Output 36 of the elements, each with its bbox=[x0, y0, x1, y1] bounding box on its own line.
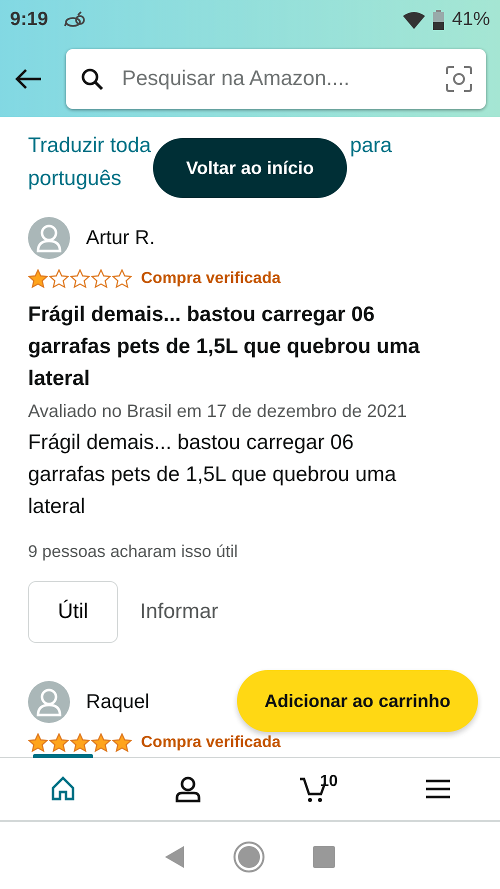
star-icon bbox=[28, 732, 48, 752]
verified-purchase-label: Compra verificada bbox=[141, 732, 281, 752]
back-to-top-button[interactable]: Voltar ao início bbox=[153, 138, 347, 198]
translate-link[interactable]: para bbox=[350, 129, 392, 162]
add-to-cart-button[interactable]: Adicionar ao carrinho bbox=[237, 670, 478, 732]
search-field[interactable]: Pesquisar na Amazon.... bbox=[66, 48, 486, 108]
status-time: 9:19 bbox=[10, 8, 48, 32]
star-icon bbox=[49, 732, 69, 752]
back-icon[interactable] bbox=[165, 846, 185, 868]
star-icon bbox=[28, 269, 48, 289]
review-title: Frágil demais... bastou carregar 06 garrafas pets de 1,5L que quebrou uma lateral bbox=[28, 302, 421, 392]
camera-icon bbox=[446, 66, 472, 92]
reviewer-name: Artur R. bbox=[86, 226, 155, 251]
verified-purchase-label: Compra verificada bbox=[141, 269, 281, 289]
star-icon bbox=[70, 732, 90, 752]
battery-icon bbox=[432, 10, 444, 30]
battery-percent: 41% bbox=[452, 8, 490, 32]
translate-link[interactable]: Traduzir toda bbox=[28, 129, 151, 162]
search-icon bbox=[80, 66, 104, 90]
review-date: Avaliado no Brasil em 17 de dezembro de 2021 bbox=[28, 400, 408, 423]
reviewer-name: Raquel bbox=[86, 690, 150, 714]
star-icon bbox=[91, 732, 111, 752]
recents-icon[interactable] bbox=[313, 846, 335, 868]
back-arrow-icon[interactable] bbox=[14, 68, 42, 90]
report-link[interactable]: Informar bbox=[134, 594, 224, 628]
star-icon bbox=[112, 732, 132, 752]
account-icon bbox=[174, 775, 202, 803]
helpful-button[interactable]: Útil bbox=[28, 580, 118, 642]
translate-link[interactable]: português bbox=[28, 167, 122, 190]
avatar-icon bbox=[28, 217, 70, 259]
helpful-count: 9 pessoas acharam isso útil bbox=[28, 541, 239, 563]
home-button-icon[interactable] bbox=[233, 840, 265, 872]
review-text: Frágil demais... bastou carregar 06 garrafas pets de 1,5L que quebrou uma lateral bbox=[28, 430, 398, 520]
avatar-icon bbox=[28, 680, 70, 722]
wifi-icon bbox=[402, 12, 425, 28]
search-field[interactable]: Pesquisar na Amazon.... bbox=[120, 62, 430, 96]
